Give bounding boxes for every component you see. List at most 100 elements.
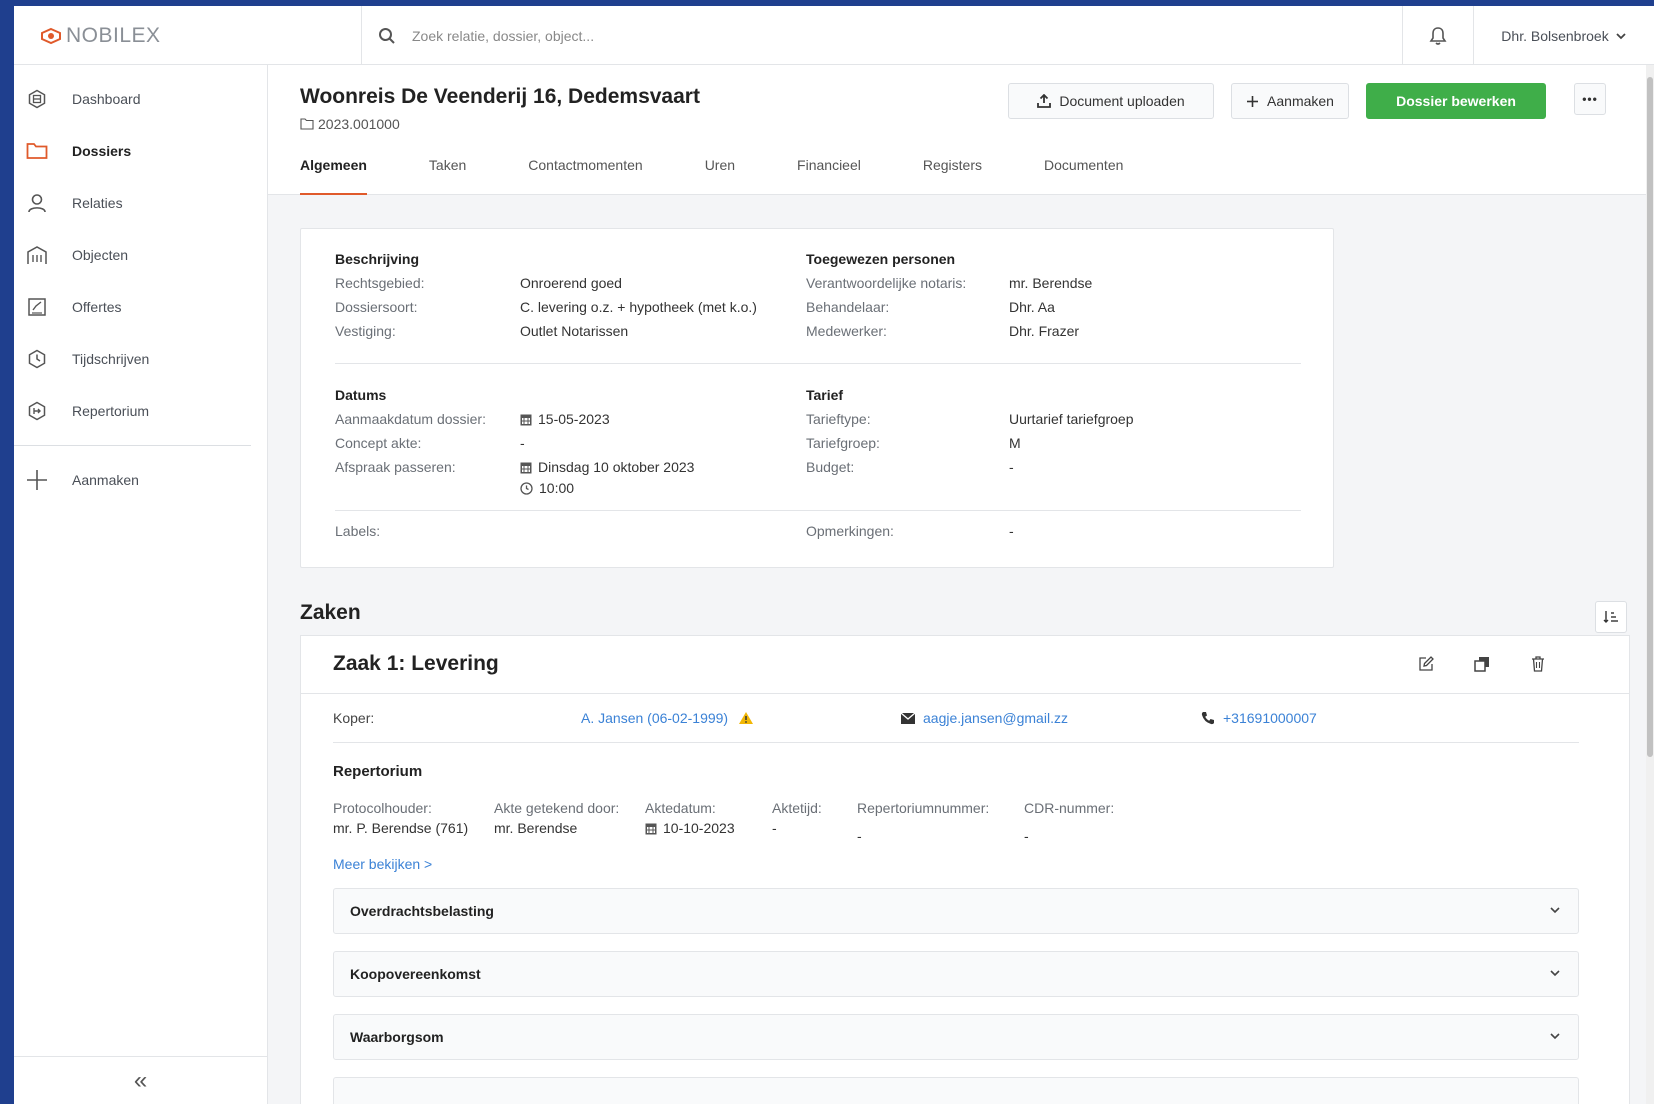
app-window: NOBILEX Dhr. Bolsenbroek xyxy=(14,6,1654,1104)
value-aanmaakdatum: 15-05-2023 xyxy=(520,411,610,427)
sidebar-item-tijdschrijven[interactable]: Tijdschrijven xyxy=(14,333,267,385)
zaken-title: Zaken xyxy=(300,601,361,624)
main-content: Woonreis De Veenderij 16, Dedemsvaart 20… xyxy=(268,65,1654,1104)
phone-text: +31691000007 xyxy=(1223,710,1317,726)
calendar-icon xyxy=(645,823,657,834)
section-title-toegewezen: Toegewezen personen xyxy=(806,251,956,267)
copy-zaak-button[interactable] xyxy=(1472,654,1492,674)
value-getekend-door: mr. Berendse xyxy=(494,820,578,836)
tab-algemeen[interactable]: Algemeen xyxy=(300,155,367,195)
logo-text: NOBILEX xyxy=(66,23,161,47)
folder-icon xyxy=(26,140,48,162)
label-dossiersoort: Dossiersoort: xyxy=(335,299,418,315)
more-options-button[interactable]: ••• xyxy=(1574,83,1606,115)
sidebar-item-relaties[interactable]: Relaties xyxy=(14,177,267,229)
zaak-card: Zaak 1: Levering Koper: A. Jansen (06-02… xyxy=(300,635,1630,1104)
sidebar-collapse-button[interactable]: « xyxy=(14,1056,267,1104)
trash-icon xyxy=(1532,656,1544,672)
label-rechtsgebied: Rechtsgebied: xyxy=(335,275,425,291)
email-text: aagje.jansen@gmail.zz xyxy=(923,710,1068,726)
upload-document-label: Document uploaden xyxy=(1059,93,1185,109)
chevron-down-icon xyxy=(1550,1033,1560,1040)
edit-zaak-button[interactable] xyxy=(1416,654,1436,674)
value-repertoriumnummer: - xyxy=(857,828,862,844)
clock-small-icon xyxy=(520,481,533,495)
afspraak-datum-text: Dinsdag 10 oktober 2023 xyxy=(538,459,695,475)
user-menu[interactable]: Dhr. Bolsenbroek xyxy=(1474,6,1654,65)
phone-icon xyxy=(1201,712,1214,725)
label-cdr-nummer: CDR-nummer: xyxy=(1024,800,1115,816)
tab-uren[interactable]: Uren xyxy=(705,155,735,195)
phone-link[interactable]: +31691000007 xyxy=(1201,710,1317,726)
mail-icon xyxy=(901,712,915,724)
sidebar-item-label: Tijdschrijven xyxy=(72,351,150,367)
value-medewerker: Dhr. Frazer xyxy=(1009,323,1080,339)
create-button[interactable]: Aanmaken xyxy=(1231,83,1349,119)
folder-small-icon xyxy=(300,118,314,130)
more-icon: ••• xyxy=(1582,92,1598,106)
label-tarieftype: Tarieftype: xyxy=(806,411,871,427)
sort-button[interactable] xyxy=(1595,601,1627,633)
accordion-label: Waarborgsom xyxy=(350,1029,444,1045)
edit-dossier-label: Dossier bewerken xyxy=(1396,93,1516,109)
scrollbar-thumb[interactable] xyxy=(1647,77,1653,757)
tab-documenten[interactable]: Documenten xyxy=(1044,155,1123,195)
divider xyxy=(335,363,1301,364)
sidebar-item-objecten[interactable]: Objecten xyxy=(14,229,267,281)
sidebar-item-label: Repertorium xyxy=(72,403,150,419)
email-link[interactable]: aagje.jansen@gmail.zz xyxy=(901,710,1068,726)
tab-registers[interactable]: Registers xyxy=(923,155,982,195)
koper-name: A. Jansen (06-02-1999) xyxy=(581,710,729,726)
value-tariefgroep: M xyxy=(1009,435,1021,451)
copy-icon xyxy=(1474,657,1489,672)
sidebar: Dashboard Dossiers Relaties Objecten Off… xyxy=(14,65,268,1104)
repertorium-icon xyxy=(26,400,48,422)
dashboard-icon xyxy=(26,88,48,110)
chevron-down-icon xyxy=(1616,32,1626,39)
label-opmerkingen: Opmerkingen: xyxy=(806,523,894,539)
sidebar-item-dossiers[interactable]: Dossiers xyxy=(14,125,267,177)
value-afspraak-tijd: 10:00 xyxy=(520,480,574,496)
sidebar-item-label: Dashboard xyxy=(72,91,141,107)
sidebar-create-label: Aanmaken xyxy=(72,472,139,488)
notifications-button[interactable] xyxy=(1402,6,1474,65)
logo[interactable]: NOBILEX xyxy=(14,6,362,65)
meer-bekijken-link[interactable]: Meer bekijken > xyxy=(333,856,432,872)
search-input[interactable] xyxy=(412,27,1012,44)
sidebar-create-button[interactable]: Aanmaken xyxy=(14,454,267,506)
aanmaakdatum-text: 15-05-2023 xyxy=(538,411,610,427)
sidebar-item-label: Relaties xyxy=(72,195,123,211)
accordion-koopovereenkomst[interactable]: Koopovereenkomst xyxy=(333,951,1579,997)
tab-contactmomenten[interactable]: Contactmomenten xyxy=(528,155,642,195)
upload-document-button[interactable]: Document uploaden xyxy=(1008,83,1214,119)
tab-financieel[interactable]: Financieel xyxy=(797,155,861,195)
accordion-overdrachtsbelasting[interactable]: Overdrachtsbelasting xyxy=(333,888,1579,934)
tab-taken[interactable]: Taken xyxy=(429,155,466,195)
accordion-waarborgsom[interactable]: Waarborgsom xyxy=(333,1014,1579,1060)
bell-icon xyxy=(1429,26,1447,45)
value-dossiersoort: C. levering o.z. + hypotheek (met k.o.) xyxy=(520,299,757,315)
value-vestiging: Outlet Notarissen xyxy=(520,323,629,339)
zaak-title: Zaak 1: Levering xyxy=(333,652,499,675)
chevron-down-icon xyxy=(1550,970,1560,977)
page-header: Woonreis De Veenderij 16, Dedemsvaart 20… xyxy=(268,65,1654,195)
sidebar-item-repertorium[interactable]: Repertorium xyxy=(14,385,267,437)
page-title: Woonreis De Veenderij 16, Dedemsvaart xyxy=(300,85,700,108)
sort-icon xyxy=(1603,611,1618,623)
accordion-label: Overdrachtsbelasting xyxy=(350,903,494,919)
edit-dossier-button[interactable]: Dossier bewerken xyxy=(1366,83,1546,119)
value-behandelaar: Dhr. Aa xyxy=(1009,299,1055,315)
label-behandelaar: Behandelaar: xyxy=(806,299,890,315)
accordion-more[interactable] xyxy=(333,1077,1579,1104)
koper-link[interactable]: A. Jansen (06-02-1999) xyxy=(581,710,754,726)
plus-icon xyxy=(26,469,48,491)
value-protocolhouder: mr. P. Berendse (761) xyxy=(333,820,469,836)
sidebar-item-offertes[interactable]: Offertes xyxy=(14,281,267,333)
scrollbar[interactable] xyxy=(1646,65,1654,1104)
label-afspraak-passeren: Afspraak passeren: xyxy=(335,459,456,475)
label-labels: Labels: xyxy=(335,523,381,539)
sidebar-item-label: Dossiers xyxy=(72,143,132,159)
label-aktetijd: Aktetijd: xyxy=(772,800,822,816)
delete-zaak-button[interactable] xyxy=(1528,654,1548,674)
sidebar-item-dashboard[interactable]: Dashboard xyxy=(14,73,267,125)
